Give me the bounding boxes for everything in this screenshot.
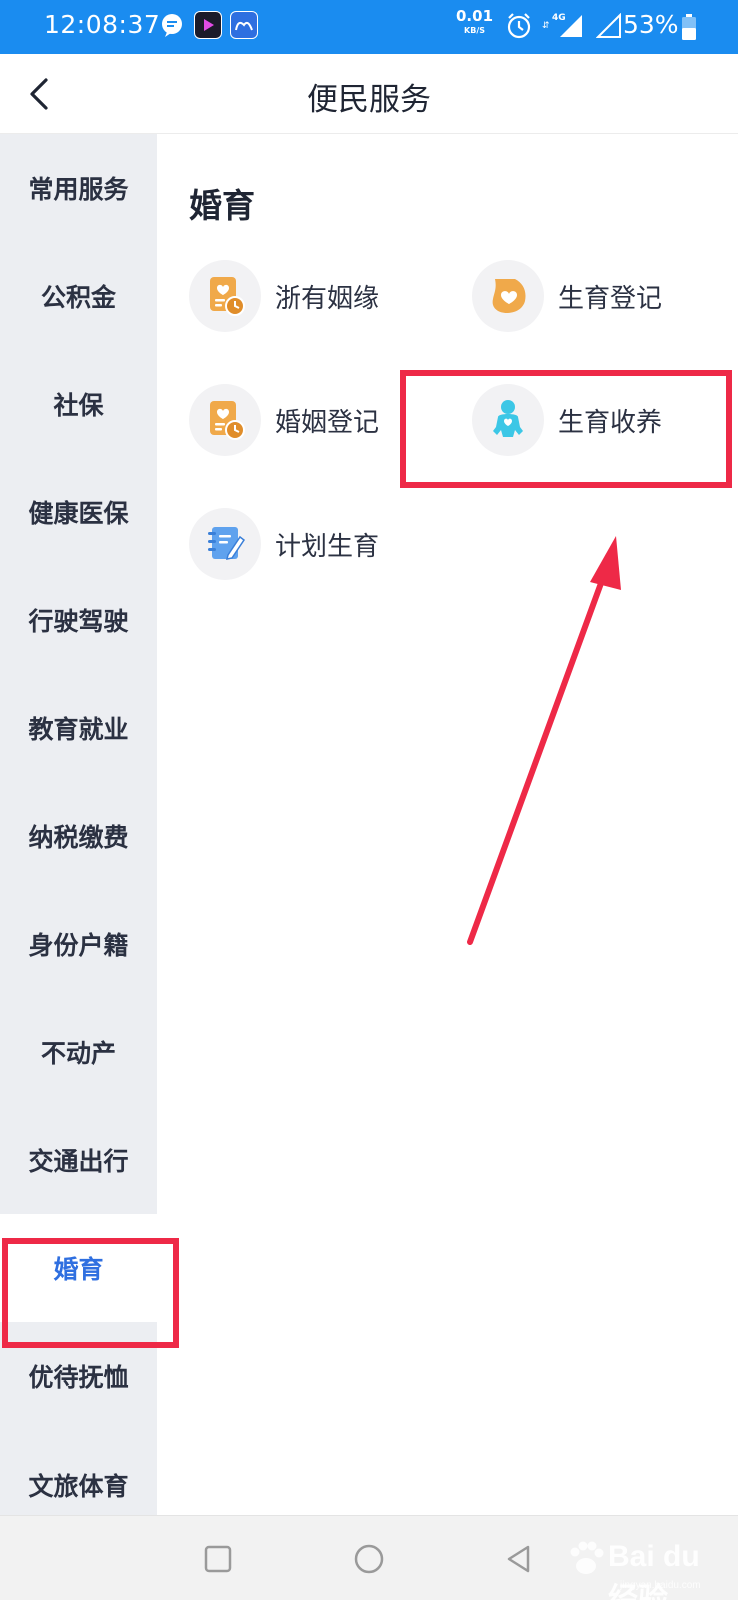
message-notification-icon (158, 11, 186, 39)
network-type: 4G (552, 13, 566, 23)
sidebar-item-common-services[interactable]: 常用服务 (0, 134, 157, 242)
square-icon (204, 1545, 232, 1573)
pregnancy-heart-icon (472, 260, 544, 332)
sidebar-item-driving[interactable]: 行驶驾驶 (0, 566, 157, 674)
network-speed: 0.01 KB/S (456, 9, 493, 35)
signal-empty-icon (595, 13, 621, 38)
baby-icon (472, 384, 544, 456)
service-label: 计划生育 (275, 531, 380, 562)
recent-apps-button[interactable] (195, 1536, 241, 1582)
circle-icon (354, 1544, 384, 1574)
status-time: 12:08:37 (44, 10, 161, 39)
sidebar-item-social-security[interactable]: 社保 (0, 350, 157, 458)
marriage-document-icon (189, 384, 261, 456)
marriage-document-icon (189, 260, 261, 332)
service-label: 生育登记 (558, 283, 663, 314)
sidebar-item-label: 文旅体育 (28, 1472, 129, 1501)
sidebar-item-label: 交通出行 (28, 1147, 129, 1176)
service-item-zhe-you-yin-yuan[interactable]: 浙有姻缘 (189, 260, 379, 332)
data-arrows-icon: ⇵ (542, 21, 550, 31)
sidebar-item-preferential[interactable]: 优待抚恤 (0, 1322, 157, 1430)
notebook-pen-icon (189, 508, 261, 580)
app-notification-icon (230, 11, 258, 39)
sidebar-item-label: 行驶驾驶 (28, 607, 129, 636)
paw-logo-icon (570, 1541, 604, 1574)
triangle-back-icon (507, 1545, 530, 1573)
sidebar-item-education[interactable]: 教育就业 (0, 674, 157, 782)
sidebar-item-label: 不动产 (40, 1039, 116, 1068)
home-button[interactable] (346, 1536, 392, 1582)
network-speed-value: 0.01 (456, 7, 494, 25)
network-speed-unit: KB/S (464, 26, 485, 35)
back-nav-button[interactable] (496, 1536, 542, 1582)
sidebar-item-label: 健康医保 (28, 499, 129, 528)
sidebar-item-housing-fund[interactable]: 公积金 (0, 242, 157, 350)
watermark-url: jingyan.baidu.com (620, 1580, 701, 1591)
service-item-family-planning[interactable]: 计划生育 (189, 508, 379, 580)
service-item-birth-adoption[interactable]: 生育收养 (472, 384, 662, 456)
sidebar-item-real-estate[interactable]: 不动产 (0, 998, 157, 1106)
service-label: 浙有姻缘 (275, 283, 380, 314)
status-bar: 12:08:37 0.01 KB/S ⇵ 4G 53% (0, 0, 738, 54)
sidebar-item-tax[interactable]: 纳税缴费 (0, 782, 157, 890)
watermark-brand: Bai du 经验 (608, 1540, 700, 1600)
service-panel: 婚育 浙有姻缘 生育登记 婚姻登记 生育收养 计划生育 (157, 134, 738, 1515)
sidebar-item-label: 公积金 (40, 283, 116, 312)
sidebar-item-transport[interactable]: 交通出行 (0, 1106, 157, 1214)
service-item-marriage-registration[interactable]: 婚姻登记 (189, 384, 379, 456)
baidu-jingyan-watermark: Bai du 经验 jingyan.baidu.com (560, 1530, 730, 1600)
page-title: 便民服务 (307, 82, 431, 118)
category-sidebar: 常用服务 公积金 社保 健康医保 行驶驾驶 教育就业 纳税缴费 身份户籍 不动产… (0, 134, 157, 1515)
service-item-birth-registration[interactable]: 生育登记 (472, 260, 662, 332)
header: 便民服务 (0, 54, 738, 134)
notification-icons (158, 11, 258, 39)
sidebar-item-identity[interactable]: 身份户籍 (0, 890, 157, 998)
sidebar-item-label: 婚育 (53, 1255, 104, 1284)
sidebar-item-label: 社保 (53, 391, 104, 420)
sidebar-item-culture-sports[interactable]: 文旅体育 (0, 1430, 157, 1515)
sidebar-item-label: 教育就业 (28, 715, 129, 744)
system-status-icons: ⇵ 4G (506, 12, 622, 40)
sidebar-item-marriage-childbirth[interactable]: 婚育 (0, 1214, 157, 1322)
battery-percent: 53% (623, 10, 679, 39)
sidebar-item-label: 常用服务 (28, 175, 129, 204)
alarm-icon (507, 13, 531, 39)
sidebar-item-health-insurance[interactable]: 健康医保 (0, 458, 157, 566)
battery-icon (682, 14, 696, 40)
video-app-notification-icon (194, 11, 222, 39)
service-label: 生育收养 (558, 407, 663, 438)
service-label: 婚姻登记 (275, 407, 380, 438)
section-title: 婚育 (189, 186, 255, 225)
sidebar-item-label: 优待抚恤 (28, 1363, 129, 1392)
sidebar-item-label: 纳税缴费 (28, 823, 129, 852)
sidebar-item-label: 身份户籍 (28, 931, 129, 960)
